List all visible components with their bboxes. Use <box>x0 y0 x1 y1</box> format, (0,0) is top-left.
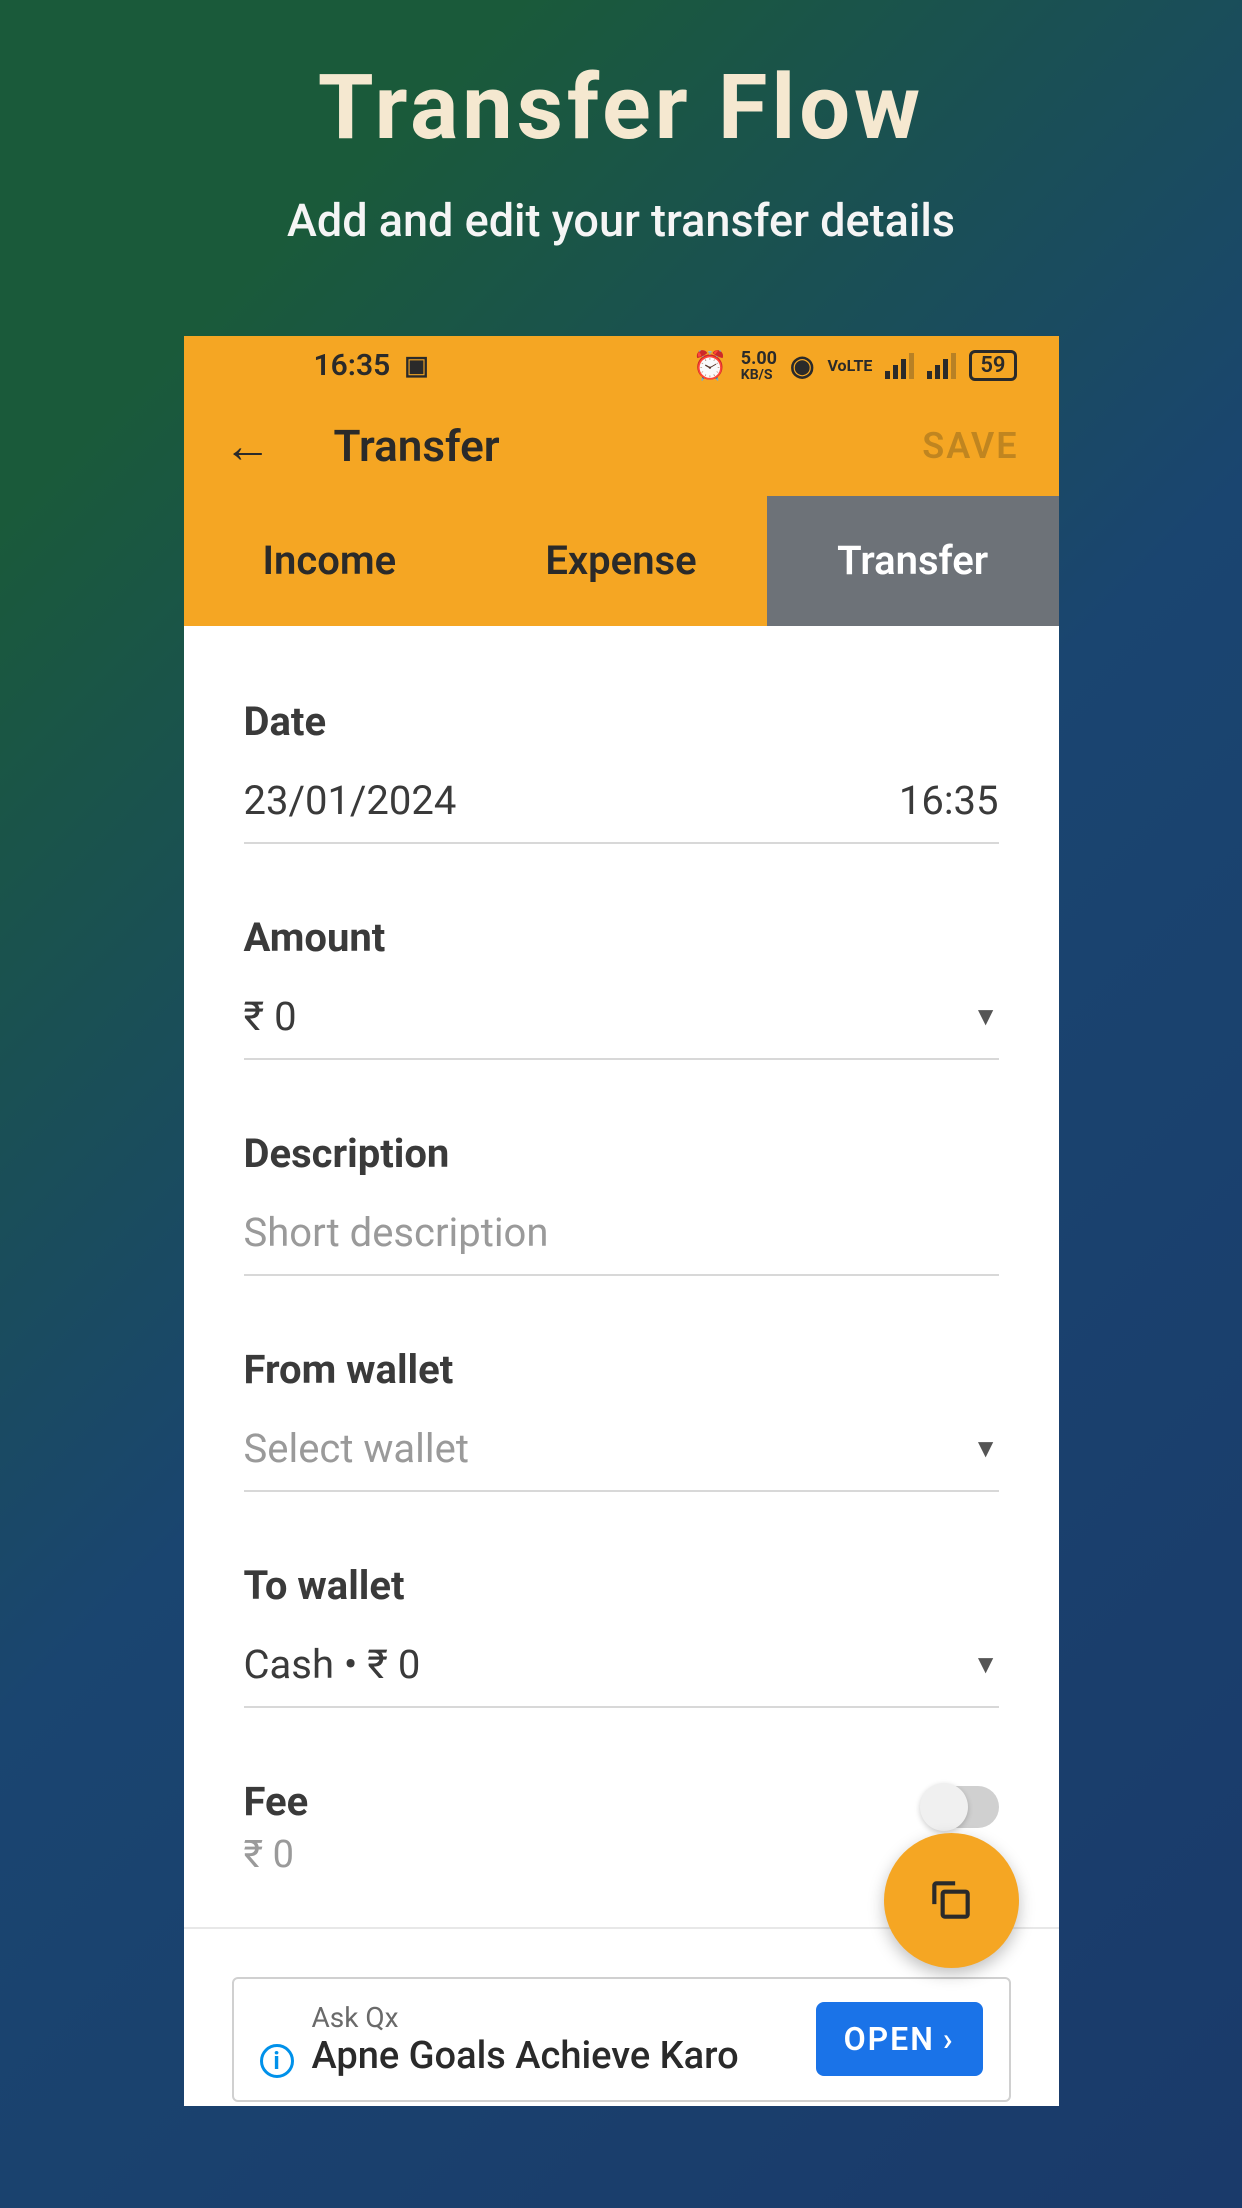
fee-toggle[interactable] <box>924 1786 999 1828</box>
amount-field[interactable]: Amount ₹ 0 ▼ <box>244 914 999 1060</box>
fee-label: Fee <box>244 1778 309 1825</box>
chevron-down-icon[interactable]: ▼ <box>973 1001 999 1032</box>
to-wallet-field[interactable]: To wallet Cash • ₹ 0 ▼ <box>244 1562 999 1708</box>
fee-field: Fee ₹ 0 <box>244 1778 999 1877</box>
battery-icon: 59 <box>969 350 1016 381</box>
network-speed: 5.00 KB/S <box>741 350 777 382</box>
description-input[interactable]: Short description <box>244 1209 999 1256</box>
save-button[interactable]: SAVE <box>922 425 1018 467</box>
signal-icon-1 <box>885 353 914 379</box>
chevron-down-icon[interactable]: ▼ <box>973 1433 999 1464</box>
date-field[interactable]: Date 23/01/2024 16:35 <box>244 698 999 844</box>
ad-banner[interactable]: i Ask Qx Apne Goals Achieve Karo OPEN › <box>232 1977 1011 2102</box>
promo-title: Transfer Flow <box>318 55 924 160</box>
from-wallet-value[interactable]: Select wallet <box>244 1425 469 1472</box>
fee-value: ₹ 0 <box>244 1833 309 1877</box>
tabs: Income Expense Transfer <box>184 496 1059 626</box>
description-label: Description <box>244 1130 999 1177</box>
to-wallet-label: To wallet <box>244 1562 999 1609</box>
signal-icon-2 <box>927 353 956 379</box>
ad-title: Apne Goals Achieve Karo <box>312 2034 798 2078</box>
tab-expense[interactable]: Expense <box>475 496 767 626</box>
date-value[interactable]: 23/01/2024 <box>244 777 457 824</box>
from-wallet-field[interactable]: From wallet Select wallet ▼ <box>244 1346 999 1492</box>
copy-icon <box>926 1875 976 1925</box>
amount-label: Amount <box>244 914 999 961</box>
form-content: Date 23/01/2024 16:35 Amount ₹ 0 ▼ Descr… <box>184 626 1059 2106</box>
toggle-knob <box>920 1783 968 1831</box>
volte-label: VoLTE <box>827 356 872 375</box>
ad-open-button[interactable]: OPEN › <box>816 2002 983 2076</box>
promo-subtitle: Add and edit your transfer details <box>287 192 955 251</box>
from-wallet-label: From wallet <box>244 1346 999 1393</box>
time-value[interactable]: 16:35 <box>899 777 999 824</box>
screen-title: Transfer <box>334 420 861 472</box>
chevron-right-icon: › <box>943 2020 955 2058</box>
ad-brand: Ask Qx <box>312 2001 798 2034</box>
status-bar: 16:35 ▣ ⏰ 5.00 KB/S ◉ VoLTE 59 <box>184 336 1059 396</box>
phone-screen: 16:35 ▣ ⏰ 5.00 KB/S ◉ VoLTE 59 ← Transfe… <box>184 336 1059 2106</box>
date-label: Date <box>244 698 999 745</box>
back-icon[interactable]: ← <box>224 417 272 474</box>
status-time: 16:35 <box>314 348 391 383</box>
description-field[interactable]: Description Short description <box>244 1130 999 1276</box>
copy-fab[interactable] <box>884 1833 1019 1968</box>
info-icon[interactable]: i <box>260 2044 294 2078</box>
wifi-icon: ◉ <box>790 349 814 382</box>
chevron-down-icon[interactable]: ▼ <box>973 1649 999 1680</box>
app-bar: ← Transfer SAVE <box>184 396 1059 496</box>
app-indicator-icon: ▣ <box>404 351 429 381</box>
tab-transfer[interactable]: Transfer <box>767 496 1059 626</box>
tab-income[interactable]: Income <box>184 496 476 626</box>
to-wallet-value[interactable]: Cash • ₹ 0 <box>244 1641 421 1688</box>
amount-value[interactable]: ₹ 0 <box>244 993 297 1040</box>
alarm-icon: ⏰ <box>693 349 728 382</box>
